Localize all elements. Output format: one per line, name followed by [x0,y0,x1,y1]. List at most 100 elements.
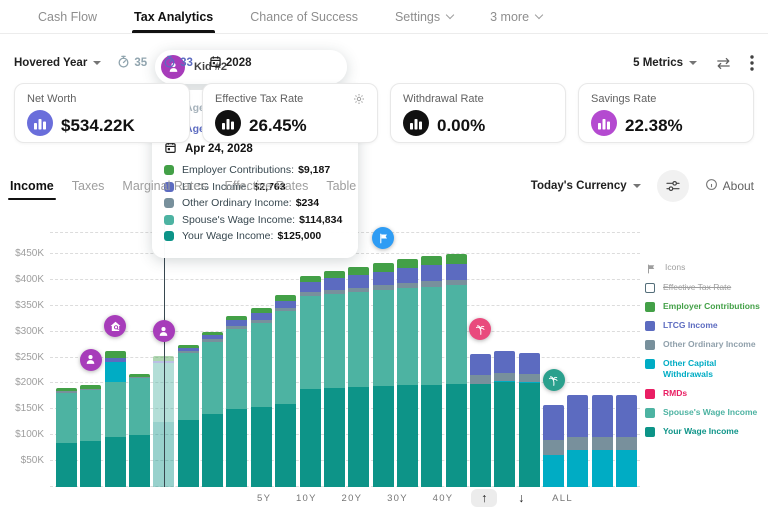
nav-item-cash-flow[interactable]: Cash Flow [38,0,97,33]
bar-segment-spouse_wage [300,296,321,388]
bar-segment-spouse_wage [178,353,199,419]
bar-segment-spouse_wage [56,393,77,443]
legend-label: Other Capital Withdrawals [663,358,765,380]
metric-card-value: $534.22K [61,116,135,136]
bar-segment-employer [397,259,418,268]
bar-11[interactable] [324,271,345,487]
bar-5[interactable] [178,345,199,487]
bar-segment-your_wage [446,384,467,487]
bar-15[interactable] [421,256,442,487]
chart-tabs-row: Income Taxes Marginal Rates Effective Rates… [8,170,754,202]
bar-7[interactable] [226,316,247,487]
bar-12[interactable] [348,267,369,487]
swap-columns-button[interactable] [715,56,732,71]
home-search-icon[interactable] [104,315,126,337]
nav-item-tax-analytics[interactable]: Tax Analytics [134,0,213,33]
legend-item-other-ordinary-income[interactable]: Other Ordinary Income [645,339,765,350]
nav-item-chance-of-success[interactable]: Chance of Success [250,0,358,33]
legend-item-employer-contributions[interactable]: Employer Contributions [645,301,765,312]
bar-14[interactable] [397,259,418,487]
bar-22[interactable] [592,395,613,487]
nav-item-label: Settings [395,10,440,24]
range-button-[interactable]: ↑ [471,489,497,507]
bar-segment-your_wage [226,409,247,487]
metric-card-value-row: $534.22K [27,110,177,141]
bar-20[interactable] [543,405,564,487]
currency-dropdown[interactable]: Today's Currency [531,180,641,192]
bar-segment-your_wage [397,385,418,487]
bar-segment-ltcg [494,351,515,372]
chevron-down-icon [446,11,454,19]
about-label: About [723,179,754,193]
bar-1[interactable] [80,385,101,487]
bar-3[interactable] [129,374,150,487]
bar-18[interactable] [494,351,515,487]
bar-13[interactable] [373,263,394,487]
bar-2[interactable] [105,351,126,487]
range-button-40y[interactable]: 40Y [426,490,461,507]
legend-item-other-capital-withdrawals[interactable]: Other Capital Withdrawals [645,358,765,380]
range-button-5y[interactable]: 5Y [250,490,278,507]
bar-17[interactable] [470,354,491,487]
bar-segment-your_wage [275,404,296,487]
legend-item-spouse-s-wage-income[interactable]: Spouse's Wage Income [645,407,765,418]
about-button[interactable]: About [705,178,754,194]
legend-label: RMDs [663,388,687,399]
bar-0[interactable] [56,388,77,487]
nav-item-3-more[interactable]: 3 more [490,0,542,33]
kid-icon[interactable] [153,320,175,342]
metrics-dropdown[interactable]: 5 Metrics [633,57,697,69]
bar-segment-withdrawals [592,450,613,487]
chart-filter-button[interactable] [657,170,689,202]
bar-19[interactable] [519,353,540,487]
palm-icon[interactable] [543,369,565,391]
bar-segment-spouse_wage [397,288,418,385]
hovered-year-dropdown[interactable]: Hovered Year [14,57,101,69]
bar-6[interactable] [202,332,223,487]
legend-item-your-wage-income[interactable]: Your Wage Income [645,426,765,437]
range-button-all[interactable]: ALL [545,490,580,507]
bar-21[interactable] [567,395,588,487]
bar-16[interactable] [446,254,467,487]
kebab-menu-button[interactable] [750,55,754,71]
bar-8[interactable] [251,308,272,487]
legend-item-effective-tax-rate[interactable]: Effective Tax Rate [645,282,765,293]
legend-label: Other Ordinary Income [663,339,756,350]
range-button-20y[interactable]: 20Y [335,490,370,507]
range-button-30y[interactable]: 30Y [380,490,415,507]
kid-icon[interactable] [80,349,102,371]
nav-item-label: Cash Flow [38,10,97,24]
palm-icon[interactable] [469,318,491,340]
calendar-icon [209,55,222,71]
bar-23[interactable] [616,395,637,487]
nav-item-settings[interactable]: Settings [395,0,453,33]
y-axis-label: $450K [0,248,44,259]
metric-icon [591,110,617,141]
tooltip-series-row: Spouse's Wage Income:$114,834 [164,214,346,226]
gear-icon[interactable] [353,93,365,105]
bar-segment-your_wage [80,441,101,487]
tab-marginal-rates[interactable]: Marginal Rates [120,179,208,193]
legend-item-rmds[interactable]: RMDs [645,388,765,399]
tab-taxes[interactable]: Taxes [70,179,107,193]
bar-segment-ltcg [446,264,467,280]
bar-10[interactable] [300,276,321,487]
tab-effective-rates[interactable]: Effective Rates [223,179,311,193]
bar-9[interactable] [275,295,296,487]
bar-segment-employer [373,263,394,271]
metric-icon [27,110,53,141]
metric-card-header: Effective Tax Rate [215,93,365,105]
legend-item-icons[interactable]: Icons [645,262,765,274]
stopwatch-icon [163,55,176,71]
tab-table[interactable]: Table [324,179,358,193]
info-icon [705,178,718,194]
range-button-10y[interactable]: 10Y [289,490,324,507]
metric-card-header: Net Worth [27,93,177,105]
range-button-[interactable]: ↓ [508,489,534,507]
series-color-chip [164,231,174,241]
bar-segment-ltcg [373,272,394,285]
legend-item-ltcg-income[interactable]: LTCG Income [645,320,765,331]
legend-swatch [645,427,655,437]
flag-icon[interactable] [372,227,394,249]
tab-income[interactable]: Income [8,179,56,193]
